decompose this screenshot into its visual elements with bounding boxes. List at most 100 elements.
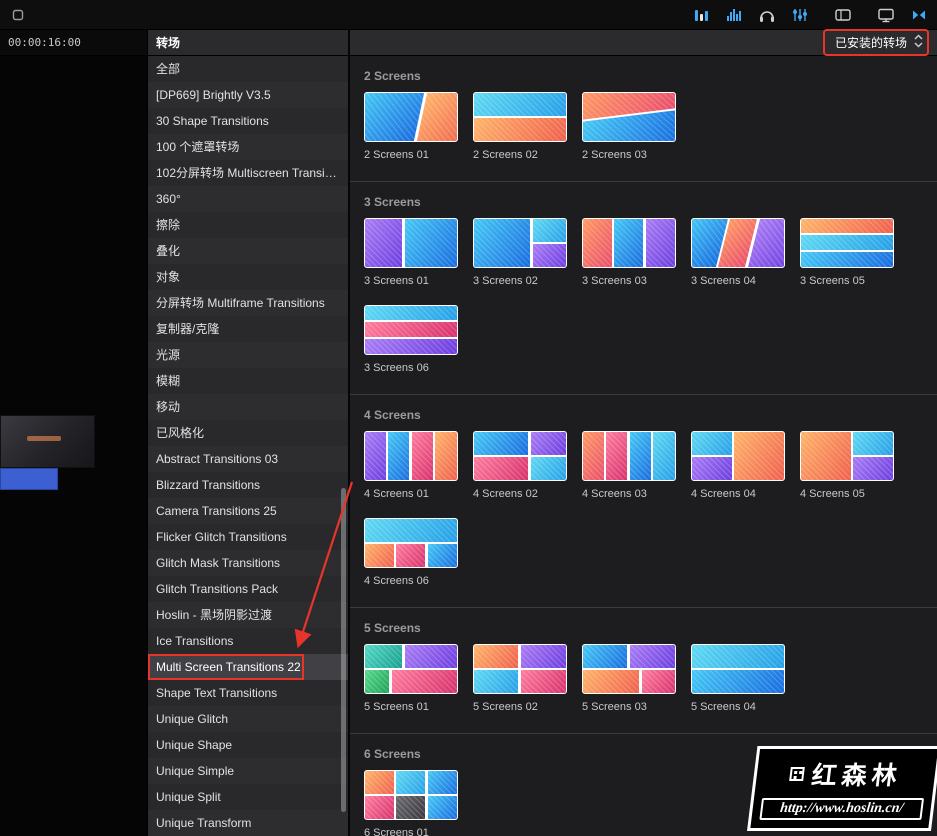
app-window: 00:00:16:00 转场 全部 [DP669] Brightly V3.5 30…: [0, 0, 937, 836]
displays-icon[interactable]: [876, 5, 896, 25]
transitions-section: 4 Screens 4 Screens 01 4 Screens 02 4 Scree…: [350, 394, 937, 607]
transition-thumbnail: [800, 218, 894, 268]
transition-item[interactable]: 5 Screens 02: [473, 644, 567, 713]
sidebar-item[interactable]: 擦除: [148, 212, 348, 238]
sidebar-item[interactable]: Unique Transform: [148, 810, 348, 836]
transition-item[interactable]: 3 Screens 05: [800, 218, 894, 287]
sidebar-item[interactable]: Glitch Mask Transitions: [148, 550, 348, 576]
media-browser-icon[interactable]: [833, 5, 853, 25]
thumbnail-tile: [692, 669, 784, 693]
transition-thumbnail: [582, 644, 676, 694]
sidebar-item[interactable]: Unique Simple: [148, 758, 348, 784]
sidebar-item[interactable]: Flicker Glitch Transitions: [148, 524, 348, 550]
sidebar-item[interactable]: 分屏转场 Multiframe Transitions: [148, 290, 348, 316]
mixer-icon[interactable]: [790, 5, 810, 25]
transition-item[interactable]: 3 Screens 02: [473, 218, 567, 287]
sidebar-item[interactable]: Multi Screen Transitions 22: [148, 654, 348, 680]
sidebar-item[interactable]: 30 Shape Transitions: [148, 108, 348, 134]
sidebar-item[interactable]: [DP669] Brightly V3.5: [148, 82, 348, 108]
transition-thumbnail: [364, 431, 458, 481]
thumbnail-tile: [606, 432, 628, 480]
transition-item[interactable]: 4 Screens 05: [800, 431, 894, 500]
thumbnail-tile: [365, 669, 389, 693]
sidebar-item[interactable]: 复制器/克隆: [148, 316, 348, 342]
transition-label: 3 Screens 05: [800, 275, 865, 287]
toolbar: [0, 0, 937, 30]
sidebar-item-label: [DP669] Brightly V3.5: [156, 88, 271, 102]
audio-meters-icon[interactable]: [691, 5, 711, 25]
sidebar-item-label: Unique Transform: [156, 816, 252, 830]
sidebar-scrollbar[interactable]: [341, 488, 346, 812]
thumbnail-row: 4 Screens 01 4 Screens 02 4 Screens 03 4 Sc…: [364, 431, 937, 605]
sidebar-item[interactable]: Glitch Transitions Pack: [148, 576, 348, 602]
transitions-sidebar: 转场 全部 [DP669] Brightly V3.5 30 Shape Trans…: [148, 30, 350, 836]
sidebar-item[interactable]: 叠化: [148, 238, 348, 264]
window-icon[interactable]: [8, 5, 28, 25]
transition-item[interactable]: 2 Screens 01: [364, 92, 458, 161]
sidebar-item[interactable]: 已风格化: [148, 420, 348, 446]
timeline-area[interactable]: [0, 56, 147, 836]
transition-item[interactable]: 4 Screens 01: [364, 431, 458, 500]
transition-item[interactable]: 3 Screens 01: [364, 218, 458, 287]
transition-item[interactable]: 4 Screens 02: [473, 431, 567, 500]
sidebar-item-label: Flicker Glitch Transitions: [156, 530, 287, 544]
sidebar-item[interactable]: 移动: [148, 394, 348, 420]
transition-item[interactable]: 2 Screens 03: [582, 92, 676, 161]
transition-item[interactable]: 3 Screens 06: [364, 305, 458, 374]
transition-item[interactable]: 5 Screens 04: [691, 644, 785, 713]
transition-item[interactable]: 6 Screens 01: [364, 770, 458, 836]
headphones-icon[interactable]: [757, 5, 777, 25]
thumbnail-tile: [801, 219, 893, 234]
sidebar-item-label: 光源: [156, 348, 181, 362]
transition-item[interactable]: 2 Screens 02: [473, 92, 567, 161]
sidebar-item[interactable]: Hoslin - 黑场阴影过渡: [148, 602, 348, 628]
sidebar-item[interactable]: 100 个遮罩转场: [148, 134, 348, 160]
transitions-browser-icon[interactable]: [909, 5, 929, 25]
transition-item[interactable]: 4 Screens 06: [364, 518, 458, 587]
sidebar-item[interactable]: 模糊: [148, 368, 348, 394]
sidebar-item[interactable]: Unique Shape: [148, 732, 348, 758]
waveform-icon[interactable]: [724, 5, 744, 25]
sidebar-item-label: Shape Text Transitions: [156, 686, 278, 700]
sidebar-item-label: 已风格化: [156, 426, 205, 440]
sidebar-item[interactable]: Ice Transitions: [148, 628, 348, 654]
transition-item[interactable]: 3 Screens 03: [582, 218, 676, 287]
sidebar-item[interactable]: Unique Glitch: [148, 706, 348, 732]
sidebar-item[interactable]: Camera Transitions 25: [148, 498, 348, 524]
transition-label: 4 Screens 05: [800, 488, 865, 500]
transition-item[interactable]: 4 Screens 03: [582, 431, 676, 500]
transition-item[interactable]: 5 Screens 03: [582, 644, 676, 713]
transition-thumbnail: [691, 218, 785, 268]
sidebar-item[interactable]: Unique Split: [148, 784, 348, 810]
section-title: 3 Screens: [364, 195, 421, 209]
sidebar-item[interactable]: 360°: [148, 186, 348, 212]
sidebar-item[interactable]: Blizzard Transitions: [148, 472, 348, 498]
thumbnail-tile: [614, 219, 643, 267]
timecode-display: 00:00:16:00: [0, 30, 147, 56]
thumbnail-tile: [427, 543, 457, 567]
thumbnail-tile: [404, 219, 457, 267]
thumbnail-tile: [583, 645, 628, 669]
sidebar-item[interactable]: 对象: [148, 264, 348, 290]
sidebar-item[interactable]: Shape Text Transitions: [148, 680, 348, 706]
hoslin-watermark: 红森林 http://www.hoslin.cn/: [747, 746, 937, 831]
thumbnail-tile: [629, 645, 675, 669]
thumbnail-tile: [365, 322, 457, 338]
clip-thumbnail[interactable]: [0, 415, 95, 468]
transition-item[interactable]: 4 Screens 04: [691, 431, 785, 500]
sidebar-item[interactable]: 全部: [148, 56, 348, 82]
sidebar-item[interactable]: Abstract Transitions 03: [148, 446, 348, 472]
transition-item[interactable]: 3 Screens 04: [691, 218, 785, 287]
transition-item[interactable]: 5 Screens 01: [364, 644, 458, 713]
thumbnail-tile: [365, 771, 394, 795]
transition-thumbnail: [473, 431, 567, 481]
thumbnail-tile: [641, 669, 675, 693]
transition-label: 2 Screens 02: [473, 149, 538, 161]
section-title: 2 Screens: [364, 69, 421, 83]
thumbnail-tile: [629, 432, 651, 480]
installed-transitions-dropdown[interactable]: 已安装的转场: [822, 29, 929, 56]
sidebar-item[interactable]: 光源: [148, 342, 348, 368]
thumbnail-row: 3 Screens 01 3 Screens 02 3 Screens 03 3 Sc…: [364, 218, 937, 392]
clip-bar[interactable]: [0, 468, 58, 490]
sidebar-item[interactable]: 102分屏转场 Multiscreen Transi…: [148, 160, 348, 186]
